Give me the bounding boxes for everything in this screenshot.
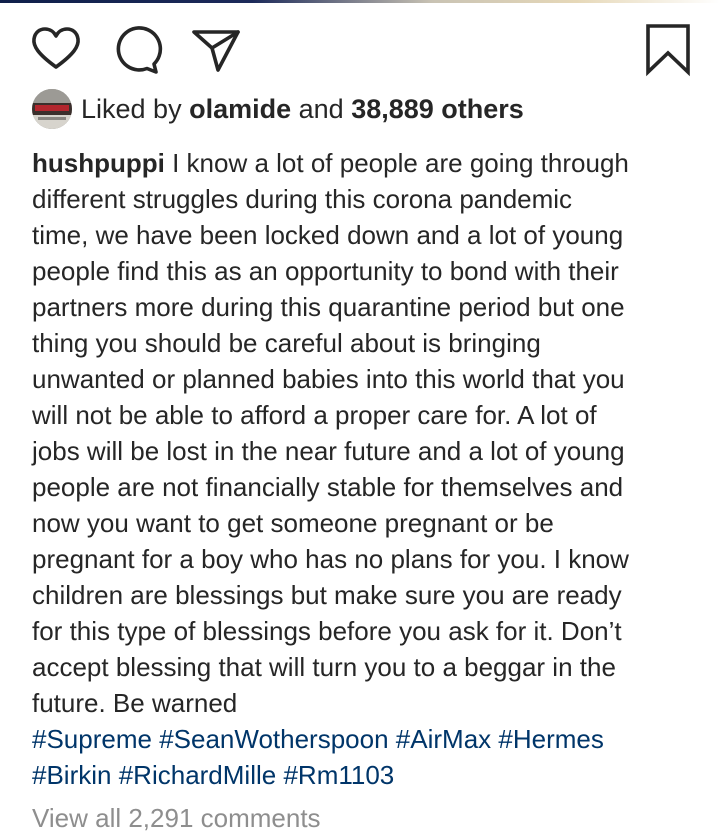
caption-line: for this type of blessings before you as…: [32, 616, 622, 646]
caption-line: people are not financially stable for th…: [32, 472, 624, 502]
hashtag-link[interactable]: #Supreme: [32, 724, 152, 754]
view-all-comments-link[interactable]: View all 2,291 comments: [32, 800, 321, 836]
post-action-bar: [0, 22, 720, 78]
caption-line: people find this as an opportunity to bo…: [32, 256, 619, 286]
caption-line: unwanted or planned babies into this wor…: [32, 364, 625, 394]
likes-summary[interactable]: Liked by olamide and 38,889 others: [32, 88, 524, 130]
hashtag-line: #Supreme #SeanWotherspoon #AirMax #Herme…: [32, 721, 702, 757]
hashtag-link[interactable]: #Rm1103: [283, 760, 394, 790]
image-bottom-edge: [0, 0, 720, 3]
caption-line: time, we have been locked down and a lot…: [32, 220, 624, 250]
hashtag-link[interactable]: #SeanWotherspoon: [159, 724, 388, 754]
caption-line: future. Be warned: [32, 688, 238, 718]
caption-line: thing you should be careful about is bri…: [32, 328, 541, 358]
caption-username[interactable]: hushpuppi: [32, 148, 165, 178]
liked-by-joiner: and: [298, 93, 344, 124]
liked-by-user[interactable]: olamide: [189, 94, 291, 125]
caption-line: will not be able to afford a proper care…: [32, 400, 597, 430]
caption-line: accept blessing that will turn you to a …: [32, 652, 616, 682]
hashtag-link[interactable]: #Birkin: [32, 760, 111, 790]
liked-by-others[interactable]: 38,889 others: [351, 94, 524, 125]
hashtag-link[interactable]: #RichardMille: [119, 760, 277, 790]
avatar[interactable]: [32, 89, 72, 129]
heart-icon[interactable]: [28, 22, 84, 78]
post-caption: hushpuppi I know a lot of people are goi…: [32, 145, 702, 793]
bookmark-icon[interactable]: [640, 22, 696, 78]
caption-line: partners more during this quarantine per…: [32, 292, 625, 322]
hashtag-link[interactable]: #Hermes: [498, 724, 603, 754]
caption-line: now you want to get someone pregnant or …: [32, 508, 554, 538]
caption-line: different struggles during this corona p…: [32, 184, 573, 214]
comment-bubble-icon[interactable]: [108, 22, 164, 78]
paper-plane-icon[interactable]: [188, 22, 244, 78]
caption-line: children are blessings but make sure you…: [32, 580, 622, 610]
caption-line: jobs will be lost in the near future and…: [32, 436, 625, 466]
hashtag-line: #Birkin #RichardMille #Rm1103: [32, 757, 702, 793]
caption-text: I know a lot of people are going through: [172, 148, 629, 178]
caption-line: hushpuppi I know a lot of people are goi…: [32, 145, 702, 181]
liked-by-prefix: Liked by: [81, 93, 182, 124]
caption-line: pregnant for a boy who has no plans for …: [32, 544, 629, 574]
hashtag-link[interactable]: #AirMax: [396, 724, 491, 754]
